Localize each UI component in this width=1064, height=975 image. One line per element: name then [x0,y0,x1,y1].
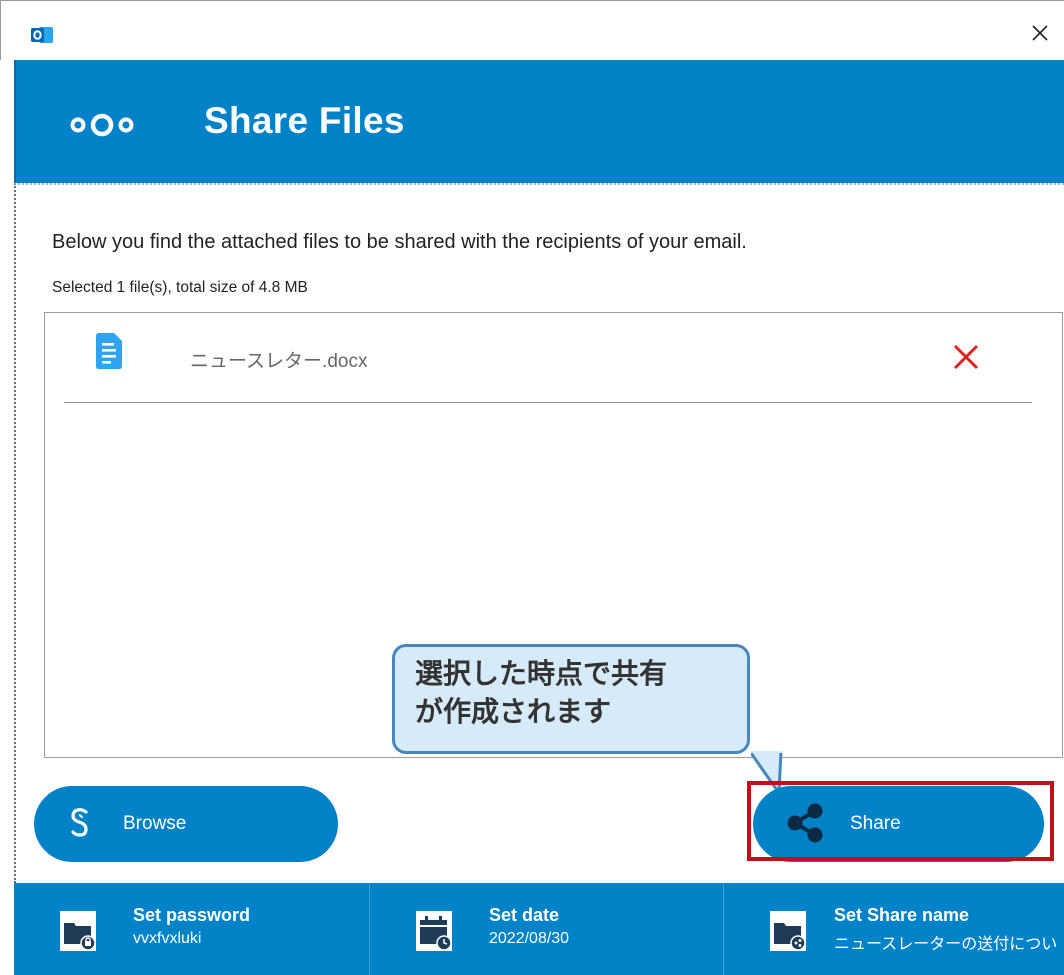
set-password-button[interactable]: Set password vvxfvxluki [14,883,368,975]
date-value: 2022/08/30 [489,930,570,947]
calendar-clock-icon [416,911,452,951]
folder-lock-icon [60,911,96,951]
selection-summary: Selected 1 file(s), total size of 4.8 MB [52,279,308,296]
folder-share-icon [770,911,806,951]
browse-label: Browse [123,813,187,834]
set-date-button[interactable]: Set date 2022/08/30 [370,883,722,975]
set-share-name-title: Set Share name [834,905,970,925]
share-button[interactable]: Share [753,786,1044,862]
share-label: Share [850,813,901,834]
remove-file-button[interactable] [948,339,984,375]
page-title: Share Files [204,100,405,141]
main-content: Below you find the attached files to be … [14,183,1064,883]
share-nodes-icon [787,803,823,843]
share-name-value: ニュースレーターの送付につい [834,936,1058,953]
row-divider [64,402,1032,403]
callout-line-2: が作成されます [415,695,612,728]
browse-button[interactable]: Browse [34,786,338,862]
instructions-text: Below you find the attached files to be … [52,231,747,253]
close-window-button[interactable] [1016,15,1064,51]
document-icon [96,333,122,369]
callout-line-1: 選択した時点で共有 [415,657,668,690]
header-banner: Share Files [14,60,1064,183]
password-value: vvxfvxluki [133,930,202,947]
set-share-name-button[interactable]: Set Share name ニュースレーターの送付につい [724,883,1064,975]
nextcloud-s-icon [71,808,88,837]
nextcloud-logo [70,113,134,137]
settings-bar: Set password vvxfvxluki Set date 2022/08… [14,883,1064,975]
close-x-icon [953,344,979,370]
set-date-title: Set date [489,905,560,925]
outlook-icon [31,27,53,43]
file-row: ニュースレター.docx [45,313,1045,404]
set-password-title: Set password [133,905,251,925]
title-bar [0,0,1064,60]
close-icon [1032,25,1048,41]
file-name: ニュースレター.docx [190,351,368,372]
annotation-callout: 選択した時点で共有 が作成されます [392,644,750,754]
